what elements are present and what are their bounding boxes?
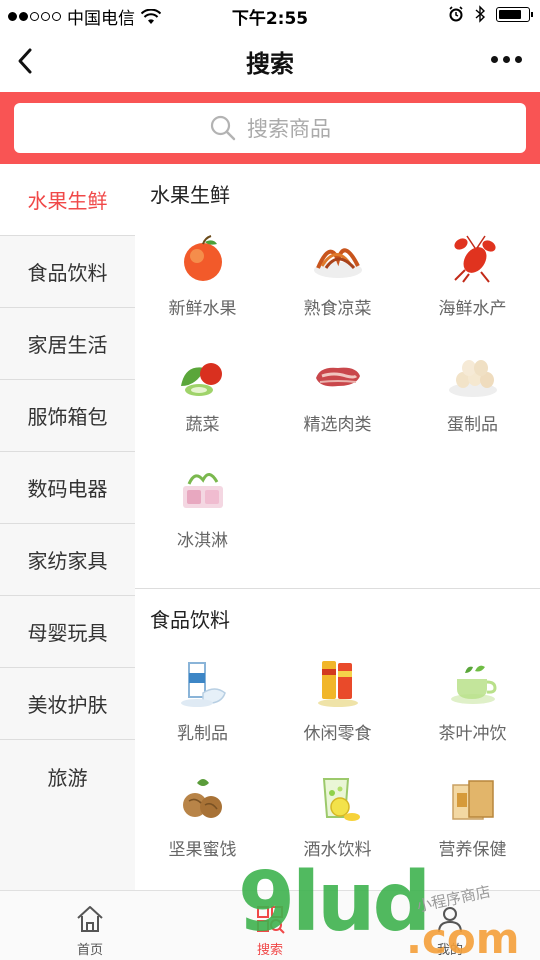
eggs-icon bbox=[448, 360, 497, 397]
search-icon bbox=[210, 115, 236, 141]
nav-bar: 搜索 bbox=[0, 30, 540, 92]
cooked-food-icon bbox=[313, 248, 362, 278]
subcategory-meat[interactable]: 精选肉类 bbox=[270, 342, 405, 458]
tab-home[interactable]: 首页 bbox=[0, 891, 180, 960]
subcategory-seafood[interactable]: 海鲜水产 bbox=[405, 226, 540, 342]
more-options-icon[interactable] bbox=[491, 56, 522, 63]
subcategory-partial[interactable] bbox=[405, 883, 540, 890]
subcategory-snacks[interactable]: 休闲零食 bbox=[270, 651, 405, 767]
subcategory-tea[interactable]: 茶叶冲饮 bbox=[405, 651, 540, 767]
subcategory-nuts[interactable]: 坚果蜜饯 bbox=[135, 767, 270, 883]
tea-icon bbox=[450, 665, 497, 704]
home-icon bbox=[77, 906, 103, 932]
subcategory-label: 新鲜水果 bbox=[168, 299, 237, 319]
alarm-clock-icon bbox=[449, 6, 463, 22]
sidebar-item-apparel-bags[interactable]: 服饰箱包 bbox=[0, 380, 135, 452]
drink-icon bbox=[322, 778, 360, 821]
search-placeholder: 搜索商品 bbox=[247, 117, 331, 141]
vegetable-icon bbox=[180, 363, 222, 396]
subcategory-partial[interactable] bbox=[135, 883, 270, 890]
meat-icon bbox=[315, 367, 360, 387]
snack-icon bbox=[317, 661, 358, 707]
subcategory-grid: 乳制品 休闲零食 茶叶冲饮 坚果蜜饯 酒水饮料 营养保健 bbox=[135, 651, 540, 890]
subcategory-cooked-food[interactable]: 熟食凉菜 bbox=[270, 226, 405, 342]
bottom-tab-bar: 首页 搜索 我的 bbox=[0, 890, 540, 960]
subcategory-vegetables[interactable]: 蔬菜 bbox=[135, 342, 270, 458]
apple-icon bbox=[183, 235, 222, 281]
subcategory-grid: 新鲜水果 熟食凉菜 海鲜水产 蔬菜 精选肉类 蛋制品 冰淇淋 bbox=[135, 226, 540, 574]
section-title: 食品饮料 bbox=[150, 608, 230, 632]
subcategory-label: 精选肉类 bbox=[303, 415, 372, 435]
subcategory-dairy[interactable]: 乳制品 bbox=[135, 651, 270, 767]
subcategory-partial[interactable] bbox=[270, 883, 405, 890]
subcategory-label: 茶叶冲饮 bbox=[438, 724, 507, 744]
subcategory-label: 熟食凉菜 bbox=[303, 299, 372, 319]
page-title: 搜索 bbox=[246, 49, 294, 78]
subcategory-fresh-fruit[interactable]: 新鲜水果 bbox=[135, 226, 270, 342]
sidebar-item-textiles-furniture[interactable]: 家纺家具 bbox=[0, 524, 135, 596]
sidebar-item-fruit-fresh[interactable]: 水果生鲜 bbox=[0, 164, 135, 236]
app-screen: 中国电信 下午2:55 搜索 搜索商品 水果生鲜 食品饮料 家居生活 服饰箱包 … bbox=[0, 0, 540, 960]
search-input[interactable]: 搜索商品 bbox=[14, 103, 526, 153]
subcategory-label: 营养保健 bbox=[438, 840, 507, 860]
sidebar-item-beauty-skincare[interactable]: 美妆护肤 bbox=[0, 668, 135, 740]
health-box-icon bbox=[451, 780, 494, 820]
subcategory-label: 海鲜水产 bbox=[438, 299, 507, 319]
section-title: 水果生鲜 bbox=[150, 183, 230, 207]
search-tab-icon bbox=[257, 906, 285, 934]
sidebar-item-home-living[interactable]: 家居生活 bbox=[0, 308, 135, 380]
tab-label: 首页 bbox=[76, 943, 103, 958]
subcategory-ice-cream[interactable]: 冰淇淋 bbox=[135, 458, 270, 574]
status-bar: 中国电信 下午2:55 bbox=[0, 0, 540, 30]
tab-profile[interactable]: 我的 bbox=[360, 891, 540, 960]
sidebar-item-food-drinks[interactable]: 食品饮料 bbox=[0, 236, 135, 308]
walnut-icon bbox=[182, 779, 222, 818]
back-arrow-icon[interactable] bbox=[12, 44, 42, 78]
subcategory-eggs[interactable]: 蛋制品 bbox=[405, 342, 540, 458]
category-content: 水果生鲜 新鲜水果 熟食凉菜 海鲜水产 蔬菜 精选肉类 蛋制品 冰淇淋 食品饮料… bbox=[135, 164, 540, 890]
subcategory-label: 休闲零食 bbox=[303, 724, 372, 744]
status-right bbox=[448, 5, 533, 23]
subcategory-health[interactable]: 营养保健 bbox=[405, 767, 540, 883]
bluetooth-icon bbox=[475, 5, 486, 23]
milk-icon bbox=[180, 662, 226, 707]
subcategory-label: 坚果蜜饯 bbox=[168, 840, 237, 860]
subcategory-label: 冰淇淋 bbox=[177, 531, 228, 551]
tab-label: 我的 bbox=[436, 943, 463, 958]
ice-cream-icon bbox=[182, 473, 223, 508]
sidebar-item-travel[interactable]: 旅游 bbox=[0, 740, 135, 812]
lobster-icon bbox=[453, 235, 496, 283]
battery-icon bbox=[496, 6, 533, 22]
tab-search[interactable]: 搜索 bbox=[180, 891, 360, 960]
sidebar-item-baby-toys[interactable]: 母婴玩具 bbox=[0, 596, 135, 668]
tab-label: 搜索 bbox=[256, 943, 283, 958]
user-icon bbox=[438, 907, 462, 933]
sidebar-item-digital-appliances[interactable]: 数码电器 bbox=[0, 452, 135, 524]
search-band: 搜索商品 bbox=[0, 92, 540, 164]
subcategory-drinks[interactable]: 酒水饮料 bbox=[270, 767, 405, 883]
subcategory-label: 蛋制品 bbox=[447, 415, 498, 435]
subcategory-label: 乳制品 bbox=[177, 724, 228, 744]
subcategory-label: 蔬菜 bbox=[185, 415, 220, 435]
subcategory-label: 酒水饮料 bbox=[303, 840, 372, 860]
category-sidebar: 水果生鲜 食品饮料 家居生活 服饰箱包 数码电器 家纺家具 母婴玩具 美妆护肤 … bbox=[0, 164, 135, 890]
